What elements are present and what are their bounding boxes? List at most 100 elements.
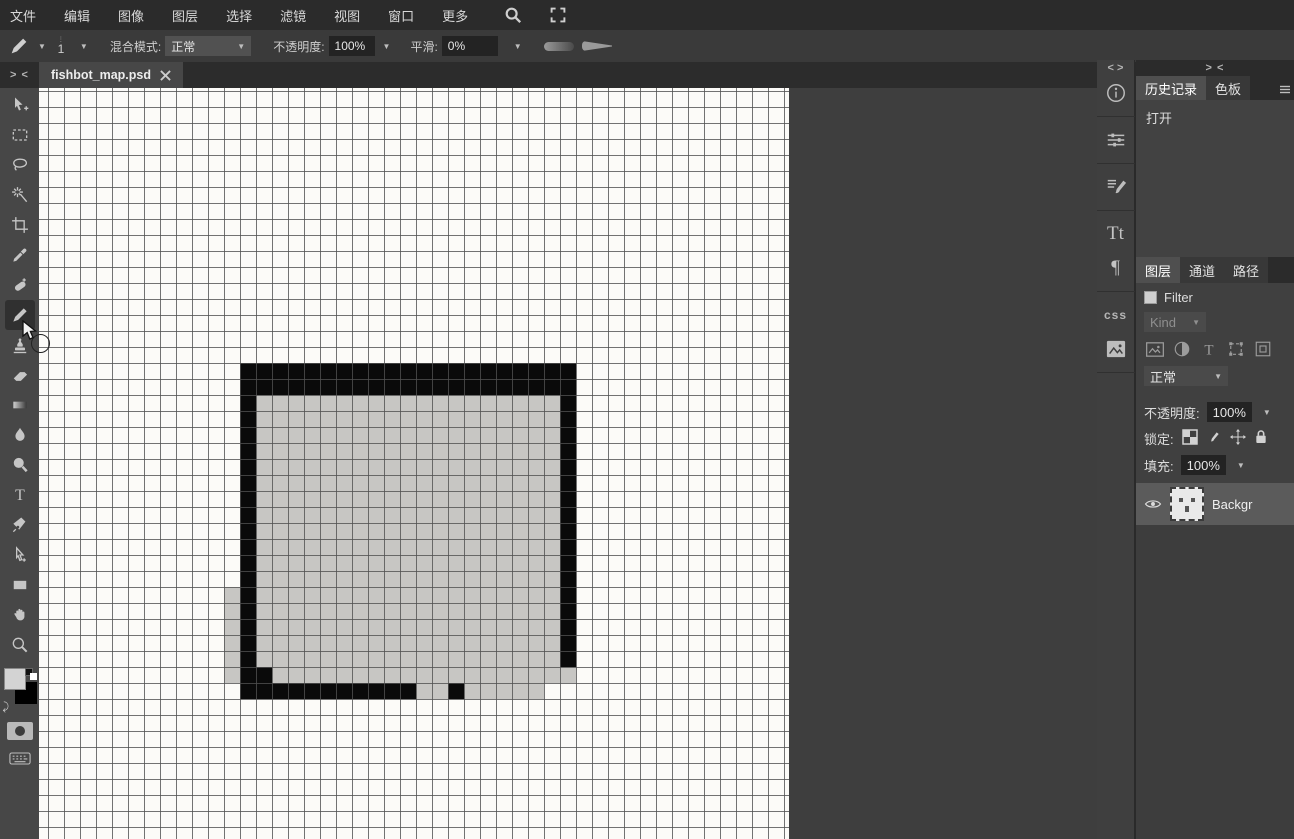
css-icon[interactable]: css bbox=[1097, 298, 1135, 332]
panel-collapse-icon[interactable]: > < bbox=[1136, 60, 1294, 76]
menu-select[interactable]: 选择 bbox=[226, 6, 252, 25]
image-panel-icon[interactable] bbox=[1097, 332, 1135, 366]
pixel-cell bbox=[432, 539, 448, 555]
layer-opacity-caret-icon[interactable]: ▼ bbox=[1263, 408, 1271, 417]
menu-more[interactable]: 更多 bbox=[442, 6, 468, 25]
default-colors-icon[interactable] bbox=[25, 668, 37, 680]
menu-filter[interactable]: 滤镜 bbox=[280, 6, 306, 25]
info-icon[interactable] bbox=[1097, 76, 1135, 110]
tab-paths[interactable]: 路径 bbox=[1224, 257, 1268, 283]
filter-shape-icon[interactable] bbox=[1225, 339, 1247, 359]
character-panel-icon[interactable]: Tt bbox=[1097, 217, 1135, 251]
tool-clone-stamp[interactable] bbox=[5, 330, 35, 360]
opacity-caret-icon[interactable]: ▼ bbox=[383, 42, 391, 51]
brush-settings-icon[interactable] bbox=[1097, 170, 1135, 204]
smoothing-caret-icon[interactable]: ▼ bbox=[514, 42, 522, 51]
swap-colors-icon[interactable]: ⤸ bbox=[3, 701, 10, 714]
tab-layers[interactable]: 图层 bbox=[1136, 257, 1180, 283]
pixel-cell bbox=[480, 395, 496, 411]
filter-smart-icon[interactable] bbox=[1252, 339, 1274, 359]
layer-name: Backgr bbox=[1212, 497, 1272, 512]
blend-mode-select[interactable]: 正常 ▼ bbox=[165, 36, 251, 56]
tool-magic-wand[interactable] bbox=[5, 180, 35, 210]
pressure-size-icon[interactable] bbox=[582, 41, 612, 51]
menu-image[interactable]: 图像 bbox=[118, 6, 144, 25]
filter-text-icon[interactable]: T bbox=[1198, 339, 1220, 359]
layer-fill-caret-icon[interactable]: ▼ bbox=[1237, 461, 1245, 470]
tool-lasso[interactable] bbox=[5, 150, 35, 180]
paragraph-panel-icon[interactable]: ¶ bbox=[1097, 251, 1135, 285]
tool-eyedropper[interactable] bbox=[5, 240, 35, 270]
active-tool-indicator[interactable]: ▼ bbox=[8, 35, 46, 57]
filter-adjustment-icon[interactable] bbox=[1171, 339, 1193, 359]
keyboard-icon[interactable] bbox=[9, 752, 31, 770]
close-icon[interactable] bbox=[160, 70, 171, 81]
tool-hand[interactable] bbox=[5, 600, 35, 630]
layer-opacity-input[interactable]: 100% bbox=[1207, 402, 1252, 422]
menu-layer[interactable]: 图层 bbox=[172, 6, 198, 25]
tab-swatches[interactable]: 色板 bbox=[1206, 76, 1250, 100]
pixel-cell bbox=[464, 587, 480, 603]
fullscreen-icon[interactable] bbox=[550, 7, 566, 23]
foreground-color-swatch[interactable] bbox=[4, 668, 26, 690]
tool-blur[interactable] bbox=[5, 420, 35, 450]
layer-row[interactable]: Backgr bbox=[1136, 483, 1294, 525]
adjustments-icon[interactable] bbox=[1097, 123, 1135, 157]
tool-crop[interactable] bbox=[5, 210, 35, 240]
tab-channels[interactable]: 通道 bbox=[1180, 257, 1224, 283]
menu-window[interactable]: 窗口 bbox=[388, 6, 414, 25]
pixel-cell bbox=[224, 651, 240, 667]
pixel-cell bbox=[352, 635, 368, 651]
search-icon[interactable] bbox=[504, 6, 522, 24]
layer-fill-input[interactable]: 100% bbox=[1181, 455, 1226, 475]
strip-collapse-icon[interactable]: < > bbox=[1108, 60, 1124, 76]
lock-transparency-icon[interactable] bbox=[1182, 429, 1198, 448]
filter-image-icon[interactable] bbox=[1144, 339, 1166, 359]
tool-eraser[interactable] bbox=[5, 360, 35, 390]
pixel-cell bbox=[416, 459, 432, 475]
smoothing-input[interactable]: 0% bbox=[442, 36, 498, 56]
pixel-cell bbox=[240, 427, 256, 443]
filter-checkbox[interactable] bbox=[1144, 291, 1157, 304]
toolbar-collapse-icon[interactable]: > < bbox=[0, 62, 39, 88]
document-tab[interactable]: fishbot_map.psd bbox=[39, 62, 183, 88]
menu-edit[interactable]: 编辑 bbox=[64, 6, 90, 25]
layer-visibility-icon[interactable] bbox=[1144, 498, 1162, 510]
lock-all-icon[interactable] bbox=[1254, 429, 1268, 448]
lock-position-icon[interactable] bbox=[1230, 429, 1246, 448]
tool-zoom[interactable] bbox=[5, 630, 35, 660]
pixel-cell bbox=[512, 603, 528, 619]
pixel-cell bbox=[448, 667, 464, 683]
tool-gradient[interactable] bbox=[5, 390, 35, 420]
panel-menu-icon[interactable] bbox=[1280, 82, 1290, 97]
brush-size-caret-icon[interactable]: ▼ bbox=[80, 42, 88, 51]
tool-type[interactable]: T bbox=[5, 480, 35, 510]
quick-mask-button[interactable] bbox=[7, 722, 33, 740]
tool-marquee[interactable] bbox=[5, 120, 35, 150]
tab-history[interactable]: 历史记录 bbox=[1136, 76, 1206, 100]
tool-dodge[interactable] bbox=[5, 450, 35, 480]
menu-file[interactable]: 文件 bbox=[10, 6, 36, 25]
color-swatches: ⤸ bbox=[3, 668, 37, 706]
tool-rectangle[interactable] bbox=[5, 570, 35, 600]
brush-size-widget[interactable]: ⋮ 1 bbox=[54, 37, 68, 55]
layer-thumbnail[interactable] bbox=[1170, 487, 1204, 521]
history-item-open[interactable]: 打开 bbox=[1146, 108, 1284, 127]
document-canvas[interactable] bbox=[39, 88, 789, 839]
tool-pen[interactable] bbox=[5, 510, 35, 540]
pixel-cell bbox=[240, 635, 256, 651]
pixel-cell bbox=[384, 411, 400, 427]
menu-view[interactable]: 视图 bbox=[334, 6, 360, 25]
tool-pencil[interactable] bbox=[5, 300, 35, 330]
tool-move[interactable] bbox=[5, 90, 35, 120]
tool-direct-select[interactable] bbox=[5, 540, 35, 570]
pixel-cell bbox=[416, 395, 432, 411]
layer-blend-select[interactable]: 正常 ▼ bbox=[1144, 366, 1228, 386]
kind-select[interactable]: Kind ▼ bbox=[1144, 312, 1206, 332]
opacity-input[interactable]: 100% bbox=[329, 36, 375, 56]
tool-spot-heal[interactable] bbox=[5, 270, 35, 300]
pressure-opacity-icon[interactable] bbox=[544, 42, 574, 51]
pixel-cell bbox=[416, 411, 432, 427]
pixel-cell bbox=[464, 651, 480, 667]
lock-pixels-icon[interactable] bbox=[1206, 429, 1222, 448]
